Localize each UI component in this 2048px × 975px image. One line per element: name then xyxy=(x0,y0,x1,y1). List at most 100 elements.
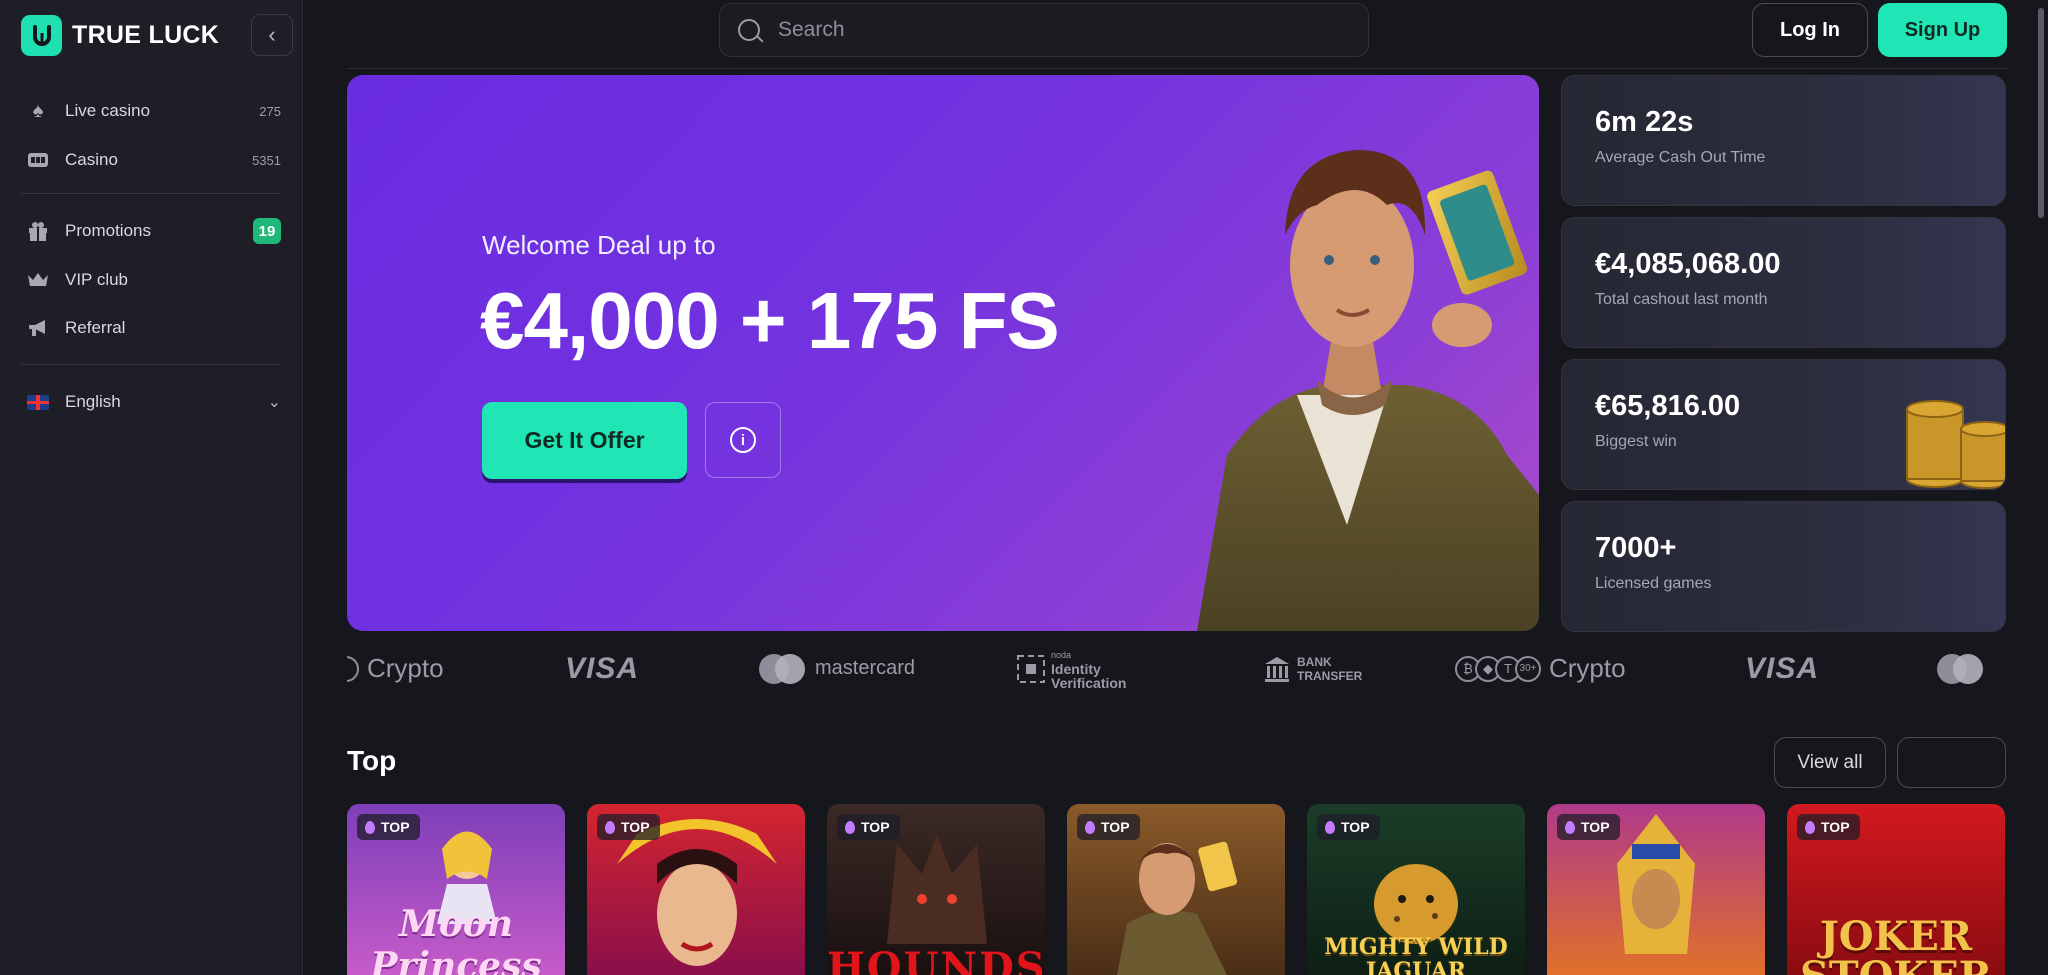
stat-card: 6m 22s Average Cash Out Time xyxy=(1561,75,2006,206)
language-selector[interactable]: English ⌄ xyxy=(26,385,281,419)
app-root: TRUE LUCK ‹ ♠ Live casino 275 Casino 535… xyxy=(0,0,2048,975)
promotions-count-badge: 19 xyxy=(253,218,281,244)
game-tile[interactable]: TOP xyxy=(1067,804,1285,975)
game-title: JOKER STOKER xyxy=(1800,913,1992,975)
search-placeholder: Search xyxy=(778,18,845,41)
flame-icon xyxy=(845,820,855,834)
sidebar-item-label: Referral xyxy=(65,318,126,337)
sidebar-divider xyxy=(21,193,281,194)
top-badge: TOP xyxy=(357,814,420,840)
crown-icon xyxy=(26,268,50,292)
sidebar-item-count: 5351 xyxy=(252,152,281,168)
flame-icon xyxy=(1565,820,1575,834)
language-label: English xyxy=(65,392,121,411)
sidebar-item-count: 275 xyxy=(259,103,281,119)
logo[interactable]: TRUE LUCK xyxy=(21,15,219,56)
sidebar-item-label: Casino xyxy=(65,150,118,169)
game-tile[interactable]: TOP xyxy=(1547,804,1765,975)
game-tile[interactable]: TOP HOUNDS xyxy=(827,804,1045,975)
noda-line1: Identity xyxy=(1051,660,1101,677)
sidebar-item-label: Promotions xyxy=(65,221,151,240)
mastercard-circles-icon xyxy=(1937,653,1983,684)
hero-banner[interactable]: Welcome Deal up to €4,000 + 175 FS Get I… xyxy=(347,75,1539,631)
top-badge: TOP xyxy=(1557,814,1620,840)
gift-icon xyxy=(26,219,50,243)
brand-name: TRUE LUCK xyxy=(72,21,220,49)
crypto-label: Crypto xyxy=(367,653,444,683)
top-badge: TOP xyxy=(597,814,660,840)
more-coins-icon: 30+ xyxy=(1515,655,1541,682)
signup-button[interactable]: Sign Up xyxy=(1878,3,2007,57)
flame-icon xyxy=(605,820,615,834)
sidebar-item-casino[interactable]: Casino 5351 xyxy=(26,143,281,177)
page-scrollbar[interactable] xyxy=(2038,8,2044,218)
game-title: MIGHTY WILD JAGUAR xyxy=(1324,934,1508,975)
crypto-label: Crypto xyxy=(1549,653,1626,683)
section-title-top: Top xyxy=(347,745,397,776)
hero-character-illustration xyxy=(1197,150,1539,631)
mastercard-logo: mastercard xyxy=(759,641,915,696)
uk-flag-icon xyxy=(26,390,50,414)
sidebar-item-promotions[interactable]: Promotions 19 xyxy=(26,214,281,248)
stat-value: 7000+ xyxy=(1595,532,1677,564)
mastercard-circles-icon xyxy=(759,653,805,684)
search-input[interactable]: Search xyxy=(719,3,1369,57)
flame-icon xyxy=(365,820,375,834)
top-badge: TOP xyxy=(1317,814,1380,840)
flame-icon xyxy=(1085,820,1095,834)
header-divider xyxy=(347,68,2007,69)
megaphone-icon xyxy=(26,316,50,340)
crypto-payment-logo-2: ₿ ◆ T 30+ Crypto xyxy=(1455,641,1626,696)
top-badge: TOP xyxy=(1797,814,1860,840)
flame-icon xyxy=(1805,820,1815,834)
top-badge: TOP xyxy=(1077,814,1140,840)
flame-icon xyxy=(1325,820,1335,834)
sidebar-item-referral[interactable]: Referral xyxy=(26,311,281,345)
sidebar-item-label: Live casino xyxy=(65,101,151,120)
sidebar: TRUE LUCK ‹ ♠ Live casino 275 Casino 535… xyxy=(0,0,303,975)
info-icon: i xyxy=(730,427,756,453)
game-tile[interactable]: TOP MIGHTY WILD JAGUAR xyxy=(1307,804,1525,975)
payment-methods-strip: Crypto VISA mastercard noda Identity Ver… xyxy=(347,641,2007,696)
stat-label: Total cashout last month xyxy=(1595,291,1768,308)
noda-line2: Verification xyxy=(1051,674,1127,691)
stat-value: €4,085,068.00 xyxy=(1595,248,1781,280)
crypto-payment-logo: Crypto xyxy=(347,641,444,696)
noda-label: noda xyxy=(1051,649,1072,660)
hero-subtitle: Welcome Deal up to xyxy=(482,230,716,260)
stat-card: €65,816.00 Biggest win xyxy=(1561,359,2006,490)
spade-icon: ♠ xyxy=(32,99,44,122)
stat-card: €4,085,068.00 Total cashout last month xyxy=(1561,217,2006,348)
carousel-nav-button[interactable] xyxy=(1897,737,2006,788)
qr-icon xyxy=(1017,654,1045,683)
slot-machine-icon xyxy=(26,148,50,172)
stat-card: 7000+ Licensed games xyxy=(1561,501,2006,632)
noda-identity-logo: noda Identity Verification xyxy=(1017,641,1126,696)
game-tile[interactable]: TOP xyxy=(587,804,805,975)
game-tile[interactable]: TOP Moon Princess xyxy=(347,804,565,975)
game-title: Moon Princess xyxy=(370,903,542,975)
stat-label: Licensed games xyxy=(1595,575,1712,592)
chevron-down-icon: ⌄ xyxy=(267,394,281,411)
sidebar-divider xyxy=(21,364,281,365)
visa-logo-2: VISA xyxy=(1745,651,1820,685)
stat-value: 6m 22s xyxy=(1595,106,1694,138)
view-all-button[interactable]: View all xyxy=(1774,737,1886,788)
game-title: HOUNDS xyxy=(827,944,1045,975)
sidebar-item-label: VIP club xyxy=(65,270,129,289)
get-offer-button[interactable]: Get It Offer xyxy=(482,402,687,479)
bank-line1: BANK xyxy=(1297,654,1332,669)
top-badge: TOP xyxy=(837,814,900,840)
login-button[interactable]: Log In xyxy=(1752,3,1868,57)
game-tile[interactable]: TOP JOKER STOKER xyxy=(1787,804,2005,975)
offer-info-button[interactable]: i xyxy=(705,402,781,478)
sidebar-item-vip-club[interactable]: VIP club xyxy=(26,263,281,297)
stat-label: Average Cash Out Time xyxy=(1595,149,1766,166)
bank-line2: TRANSFER xyxy=(1297,668,1363,683)
sidebar-item-live-casino[interactable]: ♠ Live casino 275 xyxy=(26,94,281,128)
chevron-left-icon: ‹ xyxy=(268,22,276,47)
bank-transfer-logo: BANK TRANSFER xyxy=(1263,641,1362,696)
mastercard-logo-2 xyxy=(1937,641,1993,696)
collapse-sidebar-button[interactable]: ‹ xyxy=(251,14,293,56)
search-icon xyxy=(738,19,760,41)
